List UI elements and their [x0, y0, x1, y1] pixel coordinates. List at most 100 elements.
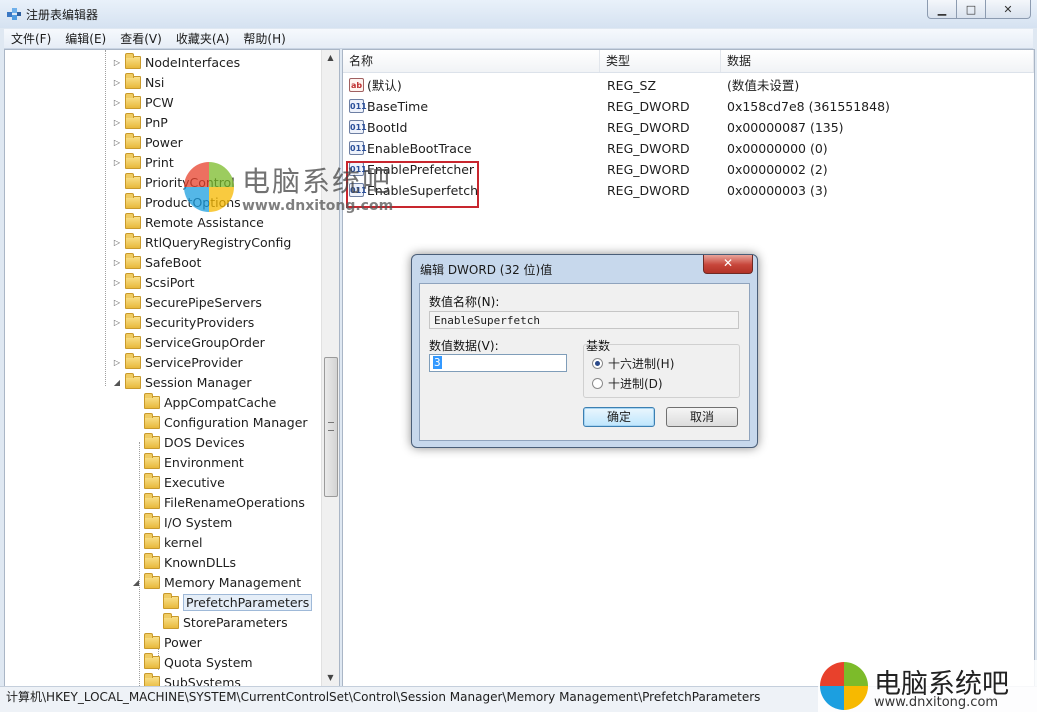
tree-node[interactable]: Executive: [131, 472, 225, 492]
window-controls: ▁ □ ✕: [927, 0, 1031, 20]
tree-node[interactable]: ▷ PCW: [112, 92, 174, 112]
scroll-thumb[interactable]: [324, 357, 338, 497]
value-type: REG_DWORD: [607, 120, 690, 135]
tree-scrollbar[interactable]: ▲ ▼: [321, 50, 339, 686]
expander-arrow-icon[interactable]: ▷: [112, 58, 122, 67]
tree-node[interactable]: Quota System: [131, 652, 253, 672]
folder-icon: [125, 352, 141, 369]
value-name-field: EnableSuperfetch: [429, 311, 739, 329]
list-row[interactable]: ab (默认) REG_SZ (数值未设置): [343, 75, 1034, 96]
expander-arrow-icon[interactable]: ▷: [112, 78, 122, 87]
list-header: 名称 类型 数据: [343, 50, 1034, 73]
window-title: 注册表编辑器: [26, 8, 99, 22]
tree-node[interactable]: ▷ NodeInterfaces: [112, 52, 240, 72]
column-type[interactable]: 类型: [600, 50, 721, 72]
expander-arrow-icon[interactable]: ◢: [131, 578, 141, 587]
value-data-input[interactable]: 3: [429, 354, 567, 372]
scroll-up-arrow[interactable]: ▲: [322, 50, 339, 66]
tree-node[interactable]: ▷ Nsi: [112, 72, 164, 92]
tree-node-label: PCW: [145, 94, 174, 110]
expander-arrow-icon[interactable]: ▷: [112, 118, 122, 127]
expander-arrow-icon[interactable]: ▷: [112, 98, 122, 107]
folder-icon: [144, 492, 160, 509]
column-name[interactable]: 名称: [343, 50, 600, 72]
tree-node-label: KnownDLLs: [164, 554, 236, 570]
cancel-button[interactable]: 取消: [666, 407, 738, 427]
corner-url-text: www.dnxitong.com: [874, 695, 999, 710]
tree-node[interactable]: DOS Devices: [131, 432, 245, 452]
tree-node[interactable]: AppCompatCache: [131, 392, 276, 412]
expander-arrow-icon[interactable]: ▷: [112, 298, 122, 307]
dialog-close-button[interactable]: ✕: [703, 255, 753, 274]
value-name: EnableBootTrace: [367, 141, 472, 156]
expander-arrow-icon[interactable]: ▷: [112, 158, 122, 167]
menu-bar: 文件(F) 编辑(E) 查看(V) 收藏夹(A) 帮助(H): [4, 29, 1033, 49]
folder-icon: [144, 432, 160, 449]
tree-node[interactable]: FileRenameOperations: [131, 492, 305, 512]
tree-node[interactable]: ▷ ServiceProvider: [112, 352, 243, 372]
tree-node[interactable]: ServiceGroupOrder: [112, 332, 265, 352]
menu-edit[interactable]: 编辑(E): [58, 30, 113, 47]
tree-node[interactable]: ▷ SecurityProviders: [112, 312, 254, 332]
tree-node[interactable]: Power: [131, 632, 202, 652]
radio-hex[interactable]: 十六进制(H): [592, 355, 674, 372]
folder-icon: [144, 572, 160, 589]
folder-icon: [144, 532, 160, 549]
tree-node[interactable]: StoreParameters: [150, 612, 288, 632]
expander-arrow-icon[interactable]: ▷: [112, 138, 122, 147]
tree-node[interactable]: I/O System: [131, 512, 232, 532]
tree-node-label: Environment: [164, 454, 244, 470]
list-row[interactable]: 011 BootId REG_DWORD 0x00000087 (135): [343, 117, 1034, 138]
expander-arrow-icon[interactable]: ▷: [112, 238, 122, 247]
menu-favorites[interactable]: 收藏夹(A): [169, 30, 237, 47]
radio-dec[interactable]: 十进制(D): [592, 375, 663, 392]
title-bar: 注册表编辑器 ▁ □ ✕: [0, 0, 1037, 28]
tree-node[interactable]: Configuration Manager: [131, 412, 308, 432]
watermark-logo-icon: [184, 162, 234, 212]
scroll-down-arrow[interactable]: ▼: [322, 670, 339, 686]
watermark-url-text: www.dnxitong.com: [242, 198, 394, 214]
list-row[interactable]: 011 BaseTime REG_DWORD 0x158cd7e8 (36155184…: [343, 96, 1034, 117]
tree-node[interactable]: ▷ SecurePipeServers: [112, 292, 262, 312]
edit-dword-dialog[interactable]: 编辑 DWORD (32 位)值 ✕ 数值名称(N): EnableSuperf…: [411, 254, 758, 448]
menu-view[interactable]: 查看(V): [113, 30, 169, 47]
value-data: 0x00000000 (0): [727, 141, 828, 156]
tree-node[interactable]: ▷ RtlQueryRegistryConfig: [112, 232, 291, 252]
tree-node[interactable]: PrefetchParameters: [150, 592, 313, 612]
value-data: 0x00000003 (3): [727, 183, 828, 198]
close-button[interactable]: ✕: [985, 0, 1031, 19]
radio-dec-label: 十进制(D): [608, 377, 663, 391]
folder-icon: [125, 172, 141, 189]
expander-arrow-icon[interactable]: ▷: [112, 258, 122, 267]
tree-node[interactable]: SubSystems: [131, 672, 241, 686]
tree-node-label: ServiceProvider: [145, 354, 243, 370]
minimize-button[interactable]: ▁: [927, 0, 957, 19]
folder-icon: [144, 632, 160, 649]
tree-node[interactable]: ▷ Power: [112, 132, 183, 152]
tree-node[interactable]: Environment: [131, 452, 244, 472]
tree-node[interactable]: KnownDLLs: [131, 552, 236, 572]
list-row[interactable]: 011 EnableBootTrace REG_DWORD 0x00000000 (0…: [343, 138, 1034, 159]
menu-help[interactable]: 帮助(H): [236, 30, 292, 47]
tree-node[interactable]: ▷ PnP: [112, 112, 168, 132]
registry-tree[interactable]: ▷ NodeInterfaces ▷ Nsi ▷ PCW ▷ PnP ▷ Power ▷ Print P…: [4, 49, 340, 687]
value-name: (默认): [367, 78, 402, 93]
maximize-button[interactable]: □: [956, 0, 986, 19]
tree-node[interactable]: ▷ ScsiPort: [112, 272, 195, 292]
expander-arrow-icon[interactable]: ▷: [112, 318, 122, 327]
expander-arrow-icon[interactable]: ▷: [112, 358, 122, 367]
ok-button[interactable]: 确定: [583, 407, 655, 427]
value-data-selection: 3: [433, 356, 442, 369]
tree-node[interactable]: kernel: [131, 532, 203, 552]
expander-arrow-icon[interactable]: ▷: [112, 278, 122, 287]
expander-arrow-icon[interactable]: ◢: [112, 378, 122, 387]
tree-node[interactable]: ◢ Memory Management: [131, 572, 301, 592]
column-data[interactable]: 数据: [721, 50, 1034, 72]
watermark-corner: 电脑系统吧 www.dnxitong.com: [818, 660, 1037, 712]
tree-node[interactable]: ▷ SafeBoot: [112, 252, 201, 272]
tree-node[interactable]: ◢ Session Manager: [112, 372, 251, 392]
base-groupbox: 十六进制(H) 十进制(D): [583, 344, 740, 398]
tree-node[interactable]: ▷ Print: [112, 152, 174, 172]
menu-file[interactable]: 文件(F): [4, 30, 58, 47]
tree-node-label: ScsiPort: [145, 274, 195, 290]
